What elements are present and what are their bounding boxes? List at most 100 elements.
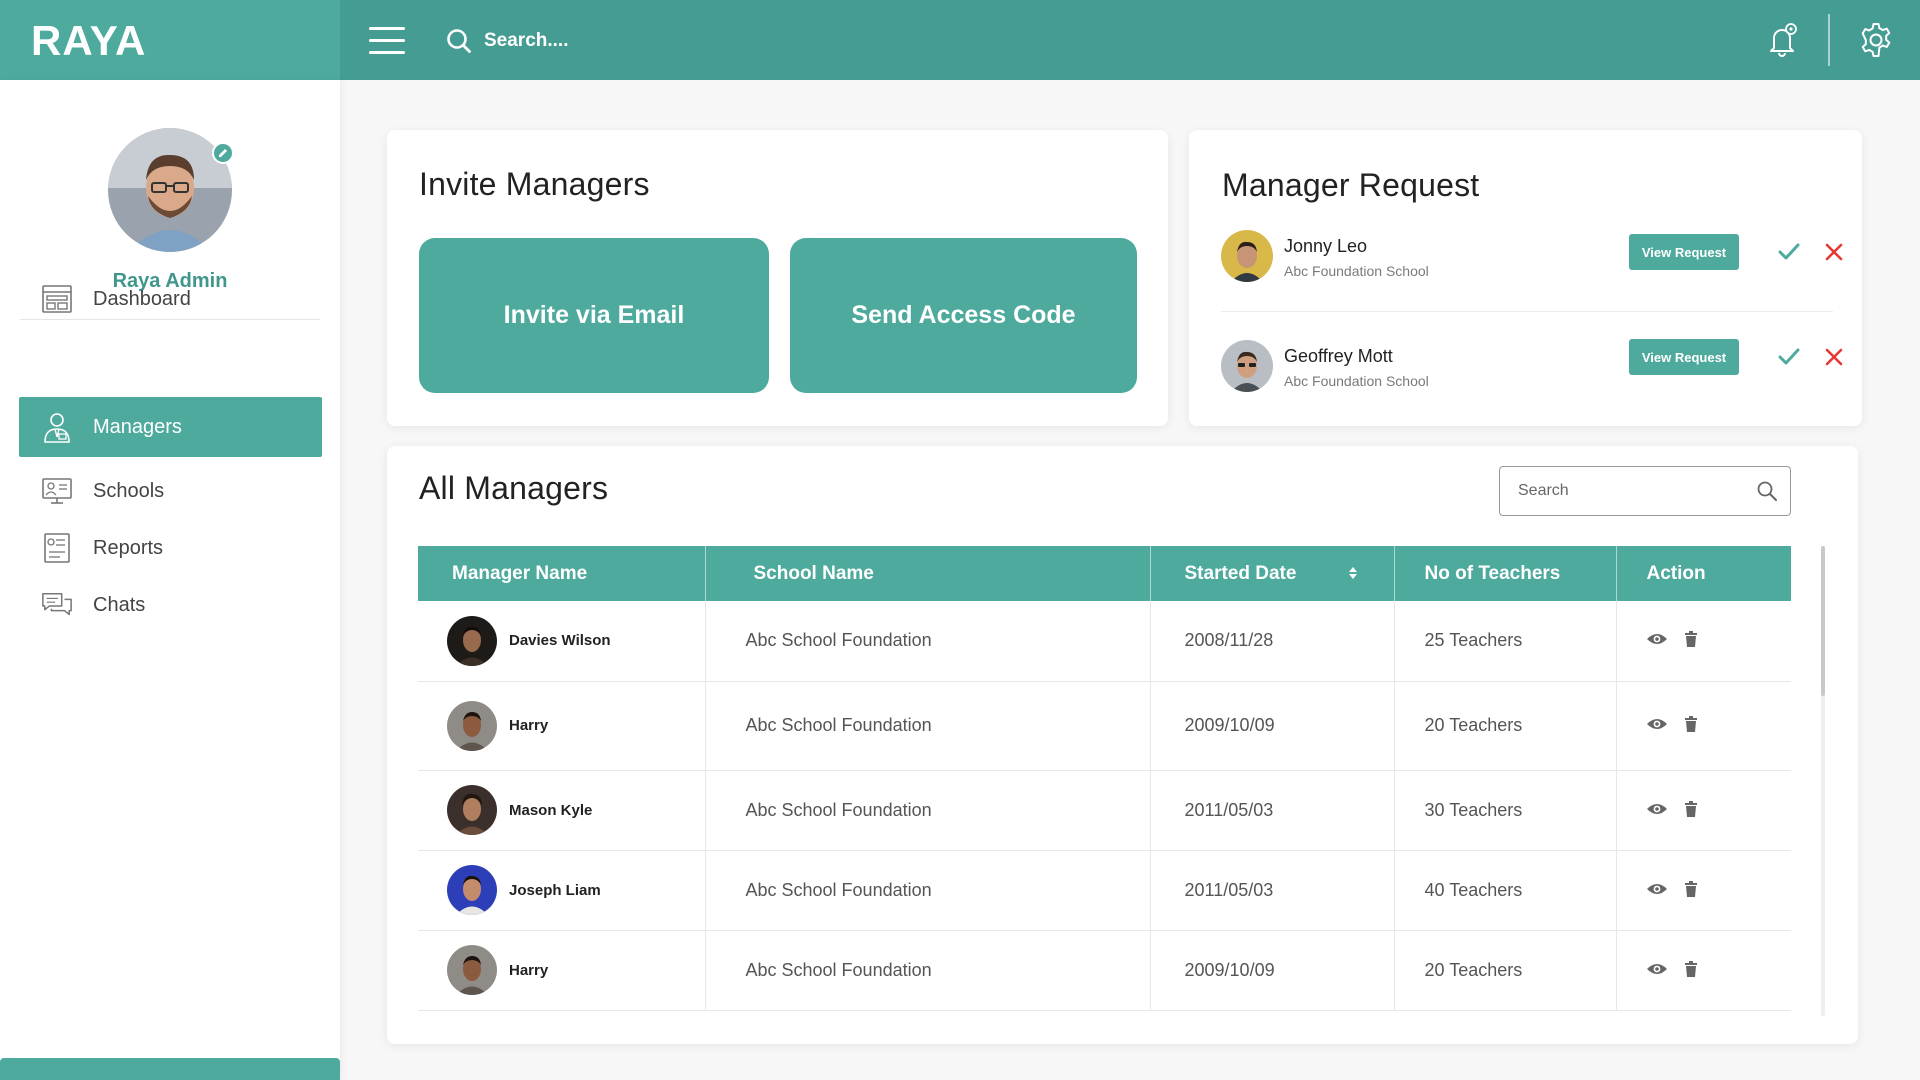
sort-icon[interactable] [1348, 565, 1358, 581]
column-header: Action [1616, 546, 1791, 601]
table-header-row: Manager Name School Name Started Date No… [418, 546, 1791, 601]
date-cell: 2011/05/03 [1150, 850, 1395, 930]
avatar [1221, 230, 1273, 282]
notification-bell-icon[interactable] [1762, 20, 1802, 60]
edit-profile-icon[interactable] [212, 142, 234, 164]
view-eye-icon[interactable] [1646, 717, 1668, 731]
column-header[interactable]: Started Date [1150, 546, 1395, 601]
sidebar-item-dashboard[interactable]: Dashboard [19, 269, 322, 329]
delete-trash-icon[interactable] [1684, 716, 1698, 732]
view-request-button[interactable]: View Request [1629, 234, 1739, 270]
action-cell [1616, 930, 1791, 1010]
approve-check-icon[interactable] [1775, 238, 1803, 266]
school-cell: Abc School Foundation [705, 601, 1151, 681]
teachers-cell: 20 Teachers [1394, 681, 1617, 770]
teachers-cell: 40 Teachers [1394, 850, 1617, 930]
managers-search[interactable] [1499, 466, 1791, 516]
request-row: Jonny Leo Abc Foundation School View Req… [1221, 230, 1843, 286]
manager-name: Joseph Liam [509, 881, 601, 899]
teachers-cell: 25 Teachers [1394, 601, 1617, 681]
manager-name-cell: Mason Kyle [418, 770, 706, 850]
manager-name: Davies Wilson [509, 632, 611, 650]
table-row[interactable]: Davies Wilson Abc School Foundation 2008… [418, 601, 1791, 681]
sidebar-item-schools[interactable]: Schools [19, 461, 322, 521]
teachers-cell: 20 Teachers [1394, 930, 1617, 1010]
table-scrollbar[interactable] [1821, 546, 1825, 1016]
manager-request-card: Manager Request Jonny Leo Abc Foundation… [1189, 130, 1862, 426]
manager-name: Harry [509, 961, 549, 979]
manager-name: Mason Kyle [509, 801, 593, 819]
request-row: Geoffrey Mott Abc Foundation School View… [1221, 339, 1843, 396]
top-search-input[interactable] [484, 30, 744, 52]
action-cell [1616, 601, 1791, 681]
request-school: Abc Foundation School [1284, 263, 1429, 279]
teachers-cell: 30 Teachers [1394, 770, 1617, 850]
delete-trash-icon[interactable] [1684, 880, 1698, 897]
date-cell: 2009/10/09 [1150, 930, 1395, 1010]
sidebar-item-managers[interactable]: Managers [19, 397, 322, 457]
chat-icon [41, 589, 73, 621]
sidebar-footer-bar [0, 1058, 340, 1080]
school-cell: Abc School Foundation [705, 681, 1151, 770]
top-search[interactable] [446, 24, 744, 58]
report-icon [41, 532, 73, 564]
approve-check-icon[interactable] [1775, 343, 1803, 371]
send-access-code-button[interactable]: Send Access Code [790, 238, 1137, 393]
manager-request-title: Manager Request [1222, 167, 1480, 203]
brand-logo[interactable]: RAYA [0, 0, 340, 80]
search-icon[interactable] [1756, 480, 1778, 502]
date-cell: 2009/10/09 [1150, 681, 1395, 770]
reject-close-icon[interactable] [1820, 343, 1848, 371]
action-cell [1616, 681, 1791, 770]
view-eye-icon[interactable] [1646, 632, 1668, 646]
column-label: School Name [753, 562, 874, 584]
all-managers-card: All Managers Manager Name School Name St… [387, 446, 1858, 1044]
sidebar: Raya Admin Dashboard Managers Schools Re… [0, 80, 340, 1080]
manager-icon [41, 411, 73, 443]
view-eye-icon[interactable] [1646, 962, 1668, 976]
avatar [1221, 340, 1273, 392]
reject-close-icon[interactable] [1820, 238, 1848, 266]
sidebar-item-label: Chats [93, 593, 146, 616]
table-row[interactable]: Mason Kyle Abc School Foundation 2011/05… [418, 770, 1791, 850]
manager-name-cell: Joseph Liam [418, 850, 706, 930]
invite-managers-title: Invite Managers [419, 166, 650, 202]
table-row[interactable]: Harry Abc School Foundation 2009/10/09 2… [418, 930, 1791, 1010]
all-managers-title: All Managers [419, 470, 609, 506]
managers-search-input[interactable] [1518, 482, 1756, 500]
delete-trash-icon[interactable] [1684, 800, 1698, 817]
delete-trash-icon[interactable] [1684, 631, 1698, 648]
manager-name: Harry [509, 717, 549, 734]
action-cell [1616, 770, 1791, 850]
scrollbar-thumb[interactable] [1821, 546, 1825, 696]
dashboard-icon [41, 283, 73, 315]
request-divider [1221, 311, 1833, 312]
sidebar-item-label: Schools [93, 479, 165, 502]
managers-table: Manager Name School Name Started Date No… [418, 546, 1791, 1011]
request-name: Jonny Leo [1284, 236, 1368, 256]
gear-icon[interactable] [1856, 20, 1896, 60]
column-header[interactable]: School Name [705, 546, 1151, 601]
sidebar-item-reports[interactable]: Reports [19, 518, 322, 578]
column-header[interactable]: No of Teachers [1394, 546, 1617, 601]
view-eye-icon[interactable] [1646, 882, 1668, 896]
menu-toggle-icon[interactable] [369, 27, 405, 55]
school-cell: Abc School Foundation [705, 930, 1151, 1010]
table-row[interactable]: Joseph Liam Abc School Foundation 2011/0… [418, 850, 1791, 930]
table-row[interactable]: Harry Abc School Foundation 2009/10/09 2… [418, 681, 1791, 770]
delete-trash-icon[interactable] [1684, 960, 1698, 977]
invite-via-email-button[interactable]: Invite via Email [419, 238, 769, 393]
avatar [447, 700, 497, 751]
column-header[interactable]: Manager Name [418, 546, 706, 601]
avatar [447, 615, 497, 666]
top-bar: RAYA [0, 0, 1920, 80]
avatar [447, 785, 497, 835]
date-cell: 2008/11/28 [1150, 601, 1395, 681]
view-request-button[interactable]: View Request [1629, 339, 1739, 375]
sidebar-item-label: Managers [93, 415, 182, 438]
column-label: Action [1646, 562, 1706, 584]
sidebar-item-chats[interactable]: Chats [19, 575, 322, 635]
request-name: Geoffrey Mott [1284, 346, 1393, 366]
view-eye-icon[interactable] [1646, 802, 1668, 816]
profile-avatar-wrap [108, 128, 234, 252]
